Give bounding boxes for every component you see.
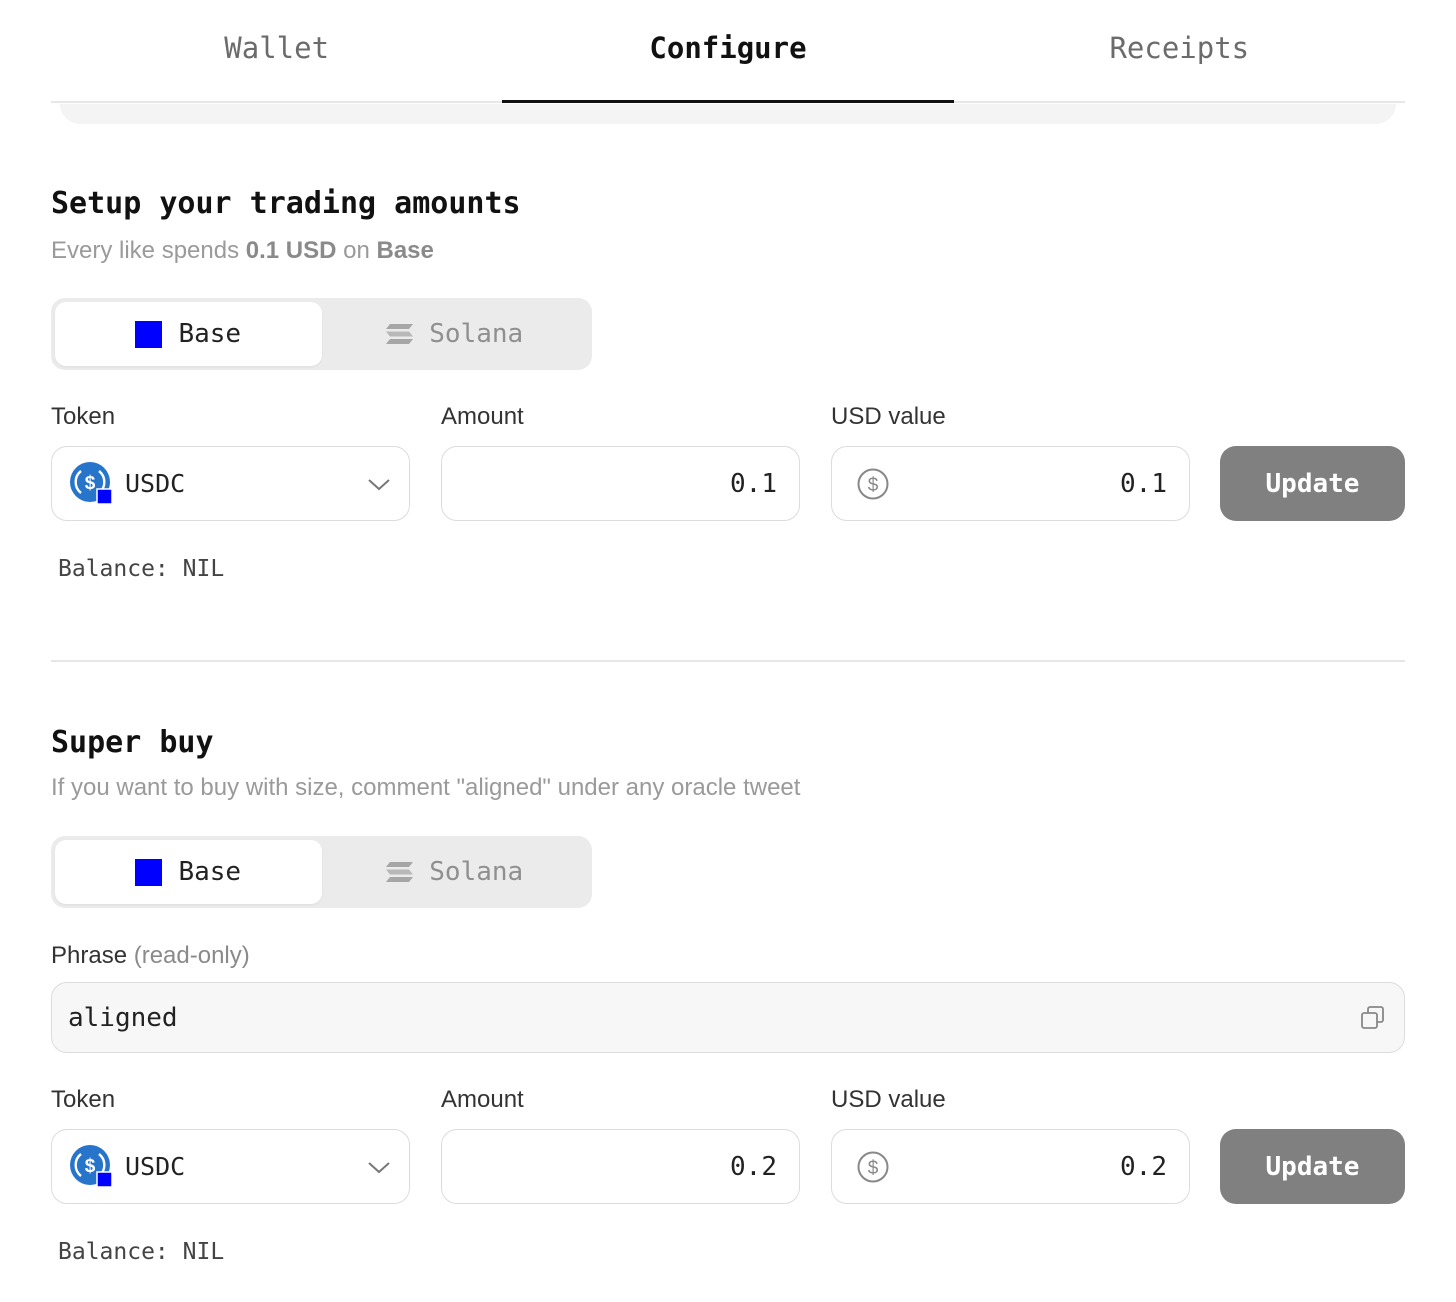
superbuy-section-subtitle: If you want to buy with size, comment "a… — [51, 774, 801, 801]
usdc-icon: $ — [70, 461, 113, 505]
dollar-circle-icon: $ — [857, 1151, 889, 1182]
trading-chain-highlight: Base — [376, 237, 434, 264]
svg-text:$: $ — [85, 1156, 96, 1177]
tab-bar: Wallet Configure Receipts — [51, 0, 1405, 103]
superbuy-balance: Balance: NIL — [58, 1239, 225, 1265]
scrolled-content-edge — [60, 104, 1396, 124]
base-square-icon — [135, 858, 163, 886]
solana-icon — [386, 862, 414, 882]
tab-wallet[interactable]: Wallet — [51, 0, 502, 101]
phrase-value: aligned — [68, 1002, 178, 1033]
trading-amount-label: Amount — [441, 403, 524, 430]
phrase-label: Phrase (read-only) — [51, 942, 250, 969]
tab-configure[interactable]: Configure — [502, 0, 954, 103]
section-divider — [51, 660, 1405, 662]
superbuy-section-title: Super buy — [51, 725, 214, 760]
trading-token-select[interactable]: $ USDC — [51, 446, 410, 521]
trading-section-subtitle: Every like spends 0.1 USD on Base — [51, 237, 434, 264]
chevron-down-icon — [368, 478, 390, 490]
trading-amount-input[interactable]: 0.1 — [441, 446, 800, 521]
solana-icon — [386, 324, 414, 344]
tab-receipts[interactable]: Receipts — [954, 0, 1405, 101]
trading-usd-label: USD value — [831, 403, 946, 430]
superbuy-amount-input[interactable]: 0.2 — [441, 1129, 800, 1204]
usdc-icon: $ — [70, 1144, 113, 1188]
svg-text:$: $ — [868, 475, 879, 496]
svg-text:$: $ — [85, 473, 96, 494]
superbuy-usd-label: USD value — [831, 1086, 946, 1113]
trading-section-title: Setup your trading amounts — [51, 186, 521, 221]
trading-token-label: Token — [51, 403, 116, 430]
superbuy-amount-label: Amount — [441, 1086, 524, 1113]
trading-token-name: USDC — [125, 469, 186, 498]
superbuy-token-select[interactable]: $ USDC — [51, 1129, 410, 1204]
phrase-field[interactable]: aligned — [51, 982, 1405, 1053]
superbuy-usd-input[interactable]: $ 0.2 — [831, 1129, 1190, 1204]
dollar-circle-icon: $ — [857, 468, 889, 499]
superbuy-chain-toggle: Base Solana — [51, 836, 592, 908]
trading-chain-solana[interactable]: Solana — [322, 302, 589, 366]
trading-chain-base[interactable]: Base — [55, 302, 322, 366]
superbuy-chain-base[interactable]: Base — [55, 840, 322, 904]
superbuy-token-label: Token — [51, 1086, 116, 1113]
trading-update-button[interactable]: Update — [1220, 446, 1405, 521]
trading-usd-input[interactable]: $ 0.1 — [831, 446, 1190, 521]
superbuy-chain-solana[interactable]: Solana — [322, 840, 589, 904]
superbuy-token-name: USDC — [125, 1152, 186, 1181]
base-square-icon — [135, 320, 163, 348]
copy-icon[interactable] — [1360, 1005, 1386, 1031]
phrase-readonly-note: (read-only) — [133, 942, 250, 969]
trading-usd-value: 0.1 — [1120, 468, 1167, 499]
chevron-down-icon — [368, 1161, 390, 1173]
trading-amount-highlight: 0.1 USD — [245, 237, 337, 264]
superbuy-usd-value: 0.2 — [1120, 1151, 1167, 1182]
superbuy-update-button[interactable]: Update — [1220, 1129, 1405, 1204]
trading-chain-toggle: Base Solana — [51, 298, 592, 370]
trading-balance: Balance: NIL — [58, 556, 225, 582]
svg-text:$: $ — [868, 1158, 879, 1179]
